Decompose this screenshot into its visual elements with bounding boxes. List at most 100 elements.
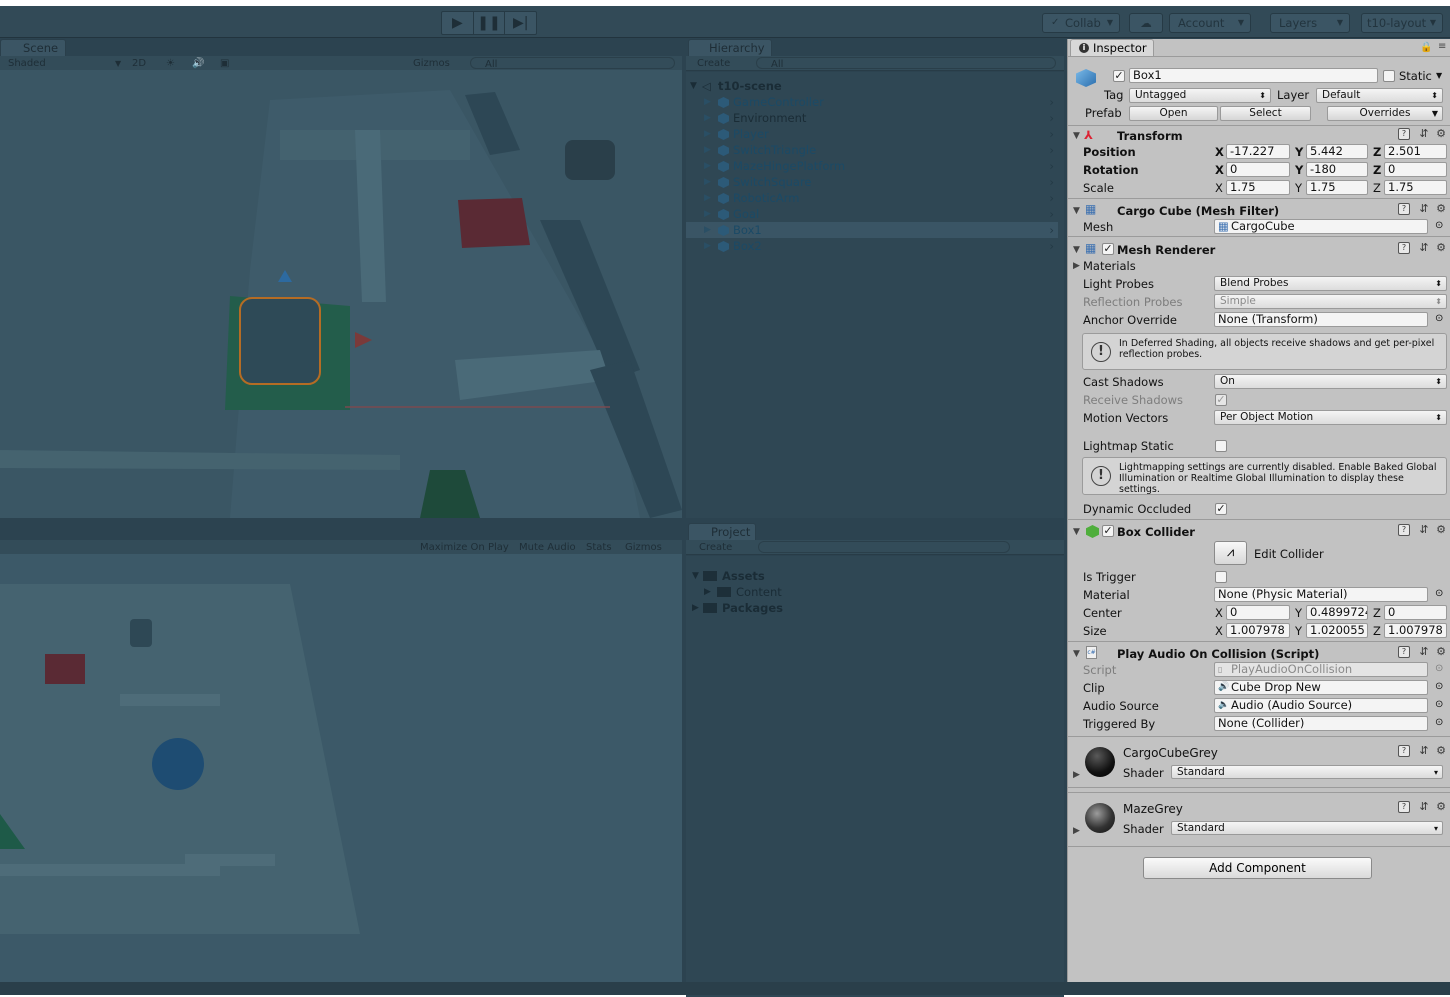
- center-y-field[interactable]: 0.4899724: [1306, 605, 1368, 620]
- object-picker-icon[interactable]: ⊙: [1435, 698, 1443, 712]
- position-y-field[interactable]: 5.442: [1306, 144, 1368, 159]
- audio-icon[interactable]: 🔊: [192, 57, 204, 70]
- audio-source-field[interactable]: 🔈 Audio (Audio Source): [1214, 698, 1428, 713]
- add-component-button[interactable]: Add Component: [1143, 857, 1372, 879]
- shading-dropdown[interactable]: Shaded: [8, 57, 46, 70]
- scene-viewport[interactable]: [0, 70, 682, 518]
- anchor-override-field[interactable]: None (Transform): [1214, 312, 1428, 327]
- help-book-icon[interactable]: ?: [1398, 128, 1410, 140]
- scale-x-field[interactable]: 1.75: [1226, 180, 1290, 195]
- mesh-filter-title[interactable]: Cargo Cube (Mesh Filter): [1117, 204, 1279, 218]
- menu-icon[interactable]: ≡: [1438, 40, 1446, 54]
- layout-dropdown[interactable]: t10-layout ▼: [1361, 13, 1443, 33]
- chevron-down-icon[interactable]: ▼: [1073, 527, 1080, 537]
- prefab-open-icon[interactable]: ›: [1049, 110, 1054, 126]
- static-checkbox[interactable]: [1383, 70, 1395, 82]
- chevron-down-icon[interactable]: ▼: [1436, 69, 1442, 83]
- mesh-renderer-enabled-checkbox[interactable]: ✓: [1102, 243, 1114, 255]
- hierarchy-item[interactable]: ▶ SwitchSquare ›: [686, 174, 1058, 190]
- preset-icon[interactable]: ⇵: [1418, 203, 1430, 215]
- play-icon[interactable]: ▶: [442, 12, 474, 34]
- rotation-y-field[interactable]: -180: [1306, 162, 1368, 177]
- game-gizmos-dropdown[interactable]: Gizmos: [625, 541, 662, 554]
- chevron-down-icon[interactable]: ▼: [1073, 245, 1080, 255]
- step-icon[interactable]: ▶|: [505, 12, 536, 34]
- settings-gear-icon[interactable]: ⚙: [1435, 128, 1447, 140]
- object-picker-icon[interactable]: ⊙: [1435, 587, 1443, 601]
- gizmos-dropdown[interactable]: Gizmos: [413, 57, 450, 70]
- pause-icon[interactable]: ❚❚: [474, 12, 506, 34]
- settings-gear-icon[interactable]: ⚙: [1435, 801, 1447, 813]
- chevron-right-icon[interactable]: ▶: [704, 190, 711, 206]
- help-book-icon[interactable]: ?: [1398, 203, 1410, 215]
- prefab-open-icon[interactable]: ›: [1049, 222, 1054, 238]
- account-dropdown[interactable]: Account ▼: [1169, 13, 1251, 33]
- 2d-toggle[interactable]: 2D: [132, 57, 146, 70]
- clip-field[interactable]: 🔊 Cube Drop New: [1214, 680, 1428, 695]
- maximize-on-play-toggle[interactable]: Maximize On Play: [420, 541, 509, 554]
- chevron-right-icon[interactable]: ▶: [704, 206, 711, 222]
- hierarchy-item[interactable]: ▶ Box2 ›: [686, 238, 1058, 254]
- prefab-open-icon[interactable]: ›: [1049, 142, 1054, 158]
- chevron-right-icon[interactable]: ▶: [704, 174, 711, 190]
- prefab-open-icon[interactable]: ›: [1049, 174, 1054, 190]
- project-search-input[interactable]: [758, 541, 1010, 553]
- chevron-right-icon[interactable]: ▶: [704, 238, 711, 254]
- hierarchy-item[interactable]: ▶ MazeHingePlatform ›: [686, 158, 1058, 174]
- prefab-open-icon[interactable]: ›: [1049, 238, 1054, 254]
- chevron-down-icon[interactable]: ▼: [1073, 649, 1080, 659]
- chevron-down-icon[interactable]: ▼: [1073, 131, 1080, 141]
- chevron-right-icon[interactable]: ▶: [704, 126, 711, 142]
- mesh-renderer-title[interactable]: Mesh Renderer: [1117, 243, 1215, 257]
- preset-icon[interactable]: ⇵: [1418, 646, 1430, 658]
- size-x-field[interactable]: 1.007978: [1226, 623, 1290, 638]
- help-book-icon[interactable]: ?: [1398, 745, 1410, 757]
- lightmap-static-checkbox[interactable]: [1215, 440, 1227, 452]
- prefab-open-button[interactable]: Open: [1129, 106, 1218, 121]
- object-name-field[interactable]: Box1: [1129, 68, 1378, 83]
- tab-hierarchy[interactable]: Hierarchy: [688, 39, 772, 56]
- prefab-overrides-dropdown[interactable]: Overrides ▼: [1327, 106, 1443, 121]
- center-x-field[interactable]: 0: [1226, 605, 1290, 620]
- preset-icon[interactable]: ⇵: [1418, 801, 1430, 813]
- hierarchy-create-button[interactable]: Create: [697, 57, 730, 70]
- preset-icon[interactable]: ⇵: [1418, 128, 1430, 140]
- tab-scene[interactable]: Scene: [0, 39, 66, 56]
- hierarchy-item[interactable]: ▶ Player ›: [686, 126, 1058, 142]
- collab-button[interactable]: ✓ Collab ▼: [1042, 13, 1120, 33]
- settings-gear-icon[interactable]: ⚙: [1435, 745, 1447, 757]
- effects-icon[interactable]: ▣: [220, 57, 229, 70]
- rotation-z-field[interactable]: 0: [1384, 162, 1447, 177]
- scale-z-field[interactable]: 1.75: [1384, 180, 1447, 195]
- size-y-field[interactable]: 1.020055: [1306, 623, 1368, 638]
- chevron-right-icon[interactable]: ▶: [704, 110, 711, 126]
- prefab-open-icon[interactable]: ›: [1049, 126, 1054, 142]
- prefab-open-icon[interactable]: ›: [1049, 190, 1054, 206]
- object-picker-icon[interactable]: ⊙: [1435, 312, 1443, 326]
- rotation-x-field[interactable]: 0: [1226, 162, 1290, 177]
- scene-search-input[interactable]: All: [470, 57, 675, 70]
- hierarchy-item[interactable]: ▶ GameController ›: [686, 94, 1058, 110]
- box-collider-enabled-checkbox[interactable]: ✓: [1102, 525, 1114, 537]
- chevron-right-icon[interactable]: ▶: [1073, 770, 1080, 780]
- mesh-object-field[interactable]: ▦ CargoCube: [1214, 219, 1428, 234]
- triggered-by-field[interactable]: None (Collider): [1214, 716, 1428, 731]
- active-checkbox[interactable]: ✓: [1113, 70, 1125, 82]
- layer-dropdown[interactable]: Default ⬍: [1316, 88, 1443, 103]
- project-create-button[interactable]: Create: [699, 541, 732, 554]
- hierarchy-item[interactable]: ▶ RoboticArm ›: [686, 190, 1058, 206]
- hierarchy-item[interactable]: ▶ SwitchTriangle ›: [686, 142, 1058, 158]
- scale-y-field[interactable]: 1.75: [1306, 180, 1368, 195]
- chevron-right-icon[interactable]: ▶: [704, 158, 711, 174]
- stats-toggle[interactable]: Stats: [586, 541, 612, 554]
- hierarchy-item[interactable]: ▶ Box1 ›: [686, 222, 1058, 238]
- cloud-button[interactable]: ☁: [1129, 13, 1163, 33]
- chevron-right-icon[interactable]: ▶: [704, 222, 711, 238]
- dynamic-occluded-checkbox[interactable]: ✓: [1215, 503, 1227, 515]
- chevron-right-icon[interactable]: ▶: [1073, 261, 1080, 271]
- preset-icon[interactable]: ⇵: [1418, 745, 1430, 757]
- settings-gear-icon[interactable]: ⚙: [1435, 524, 1447, 536]
- prefab-select-button[interactable]: Select: [1220, 106, 1311, 121]
- tab-project[interactable]: Project: [688, 523, 756, 540]
- size-z-field[interactable]: 1.007978: [1384, 623, 1447, 638]
